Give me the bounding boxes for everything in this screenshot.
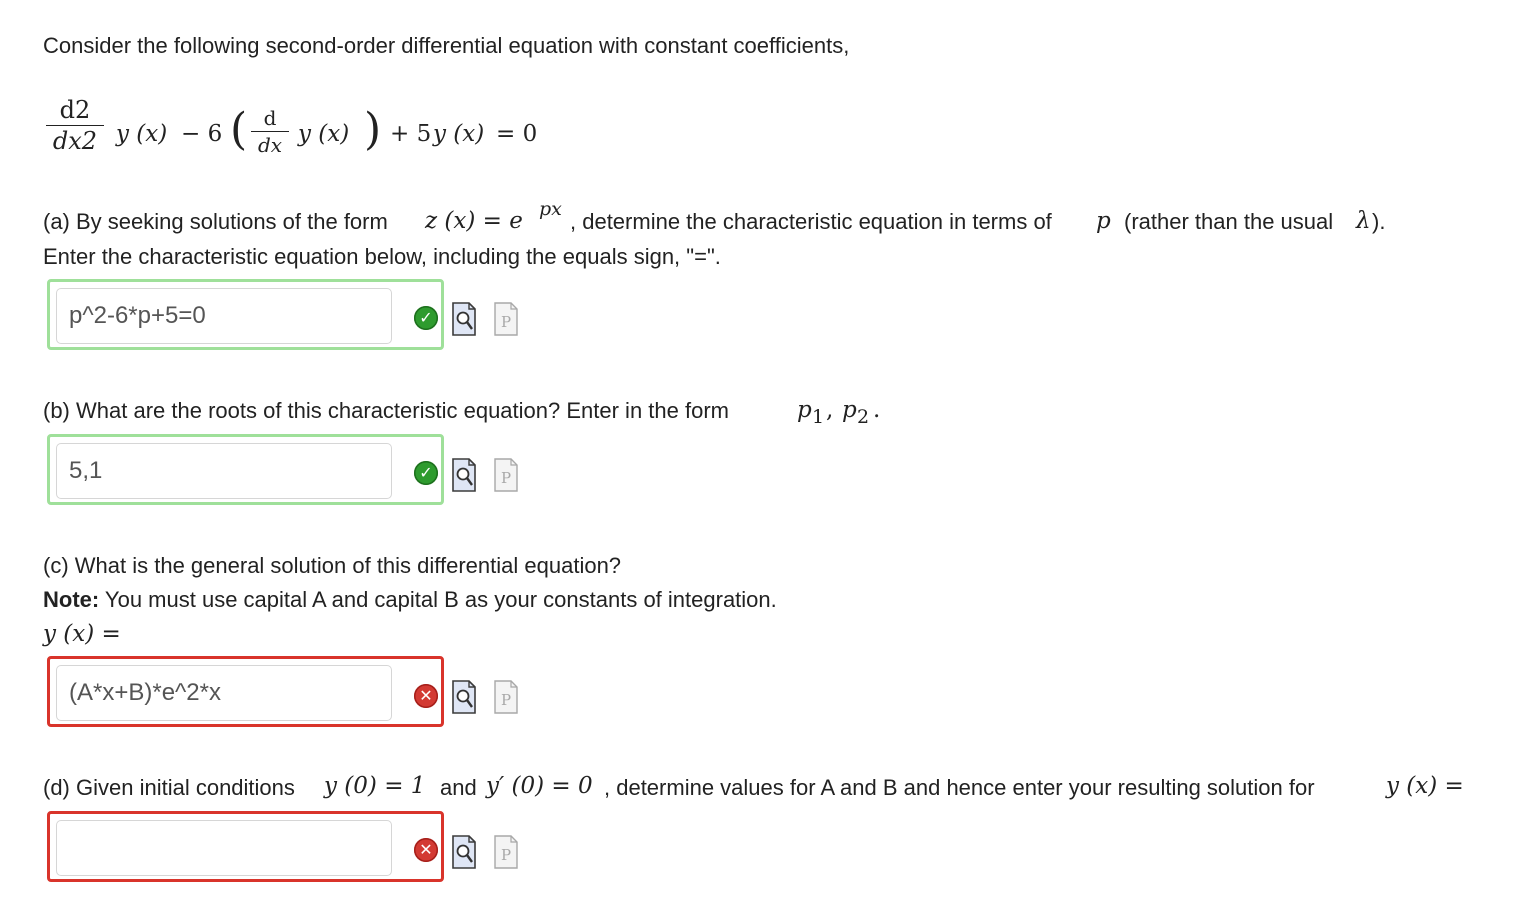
part-b-period: . bbox=[873, 397, 881, 423]
part-c-lhs: y (x) = bbox=[43, 621, 121, 647]
eq-dx2: dx2 bbox=[52, 127, 98, 155]
eq-y-x-1: y (x) bbox=[116, 121, 168, 147]
part-b-p2: p bbox=[842, 397, 857, 423]
preview-magnifier-icon[interactable] bbox=[452, 302, 476, 336]
eq-minus-6: − 6 bbox=[181, 121, 223, 147]
part-a-answer-input[interactable] bbox=[56, 288, 392, 344]
part-a-lambda: λ bbox=[1356, 208, 1371, 234]
part-d-text-1: (d) Given initial conditions bbox=[43, 775, 295, 800]
part-b-text-1: (b) What are the roots of this character… bbox=[43, 398, 729, 423]
check-icon: ✓ bbox=[414, 306, 438, 330]
part-c-note: Note: You must use capital A and capital… bbox=[43, 587, 777, 613]
part-c-note-text: You must use capital A and capital B as … bbox=[99, 587, 777, 612]
previous-answer-icon[interactable]: P bbox=[494, 680, 518, 714]
svg-text:P: P bbox=[501, 846, 511, 864]
part-c-answer-input[interactable] bbox=[56, 665, 392, 721]
part-a-text-3: (rather than the usual bbox=[1124, 209, 1334, 234]
part-a-p: p bbox=[1096, 208, 1111, 234]
part-a-text-4: ). bbox=[1372, 209, 1386, 234]
part-b-sub-1: 1 bbox=[812, 406, 825, 428]
preview-magnifier-icon[interactable] bbox=[452, 680, 476, 714]
eq-open-paren: ( bbox=[230, 104, 248, 155]
previous-answer-icon[interactable]: P bbox=[494, 835, 518, 869]
part-a-answer-box bbox=[47, 279, 444, 350]
svg-text:P: P bbox=[501, 313, 511, 331]
part-b-answer-input[interactable] bbox=[56, 443, 392, 499]
eq-d: d bbox=[263, 106, 277, 130]
svg-text:P: P bbox=[501, 469, 511, 487]
part-d-condition-1: y (0) = 1 bbox=[324, 773, 426, 799]
part-b-comma: , bbox=[826, 397, 834, 423]
eq-y-x-3: y (x) bbox=[433, 121, 485, 147]
eq-close-paren: ) bbox=[364, 104, 382, 155]
part-d-answer-input[interactable] bbox=[56, 820, 392, 876]
part-b-sub-2: 2 bbox=[857, 406, 870, 428]
svg-text:P: P bbox=[501, 691, 511, 709]
part-d-lhs: y (x) = bbox=[1386, 773, 1464, 799]
check-icon: ✓ bbox=[414, 461, 438, 485]
intro-text: Consider the following second-order diff… bbox=[43, 33, 850, 58]
part-b-answer-box bbox=[47, 434, 444, 505]
eq-d2: d2 bbox=[59, 96, 91, 124]
preview-magnifier-icon[interactable] bbox=[452, 458, 476, 492]
part-a-line-2: Enter the characteristic equation below,… bbox=[43, 244, 721, 269]
eq-dx: dx bbox=[257, 133, 283, 157]
x-icon: ✕ bbox=[414, 684, 438, 708]
part-c-line-1: (c) What is the general solution of this… bbox=[43, 553, 622, 578]
part-c-answer-box bbox=[47, 656, 444, 727]
x-icon: ✕ bbox=[414, 838, 438, 862]
part-d-answer-box bbox=[47, 811, 444, 882]
eq-equals-zero: = 0 bbox=[496, 121, 538, 147]
preview-magnifier-icon[interactable] bbox=[452, 835, 476, 869]
part-b-p1: p bbox=[797, 397, 812, 423]
eq-y-x-2: y (x) bbox=[298, 121, 350, 147]
part-c-note-label: Note: bbox=[43, 587, 100, 612]
part-a-form: z (x) = e bbox=[425, 208, 523, 234]
part-d-and: and bbox=[440, 775, 477, 800]
eq-plus-5: + 5 bbox=[390, 121, 432, 147]
previous-answer-icon[interactable]: P bbox=[494, 458, 518, 492]
part-d-condition-2: y′ (0) = 0 bbox=[486, 773, 593, 799]
part-d-text-2: , determine values for A and B and hence… bbox=[604, 775, 1315, 800]
part-a-text-1: (a) By seeking solutions of the form bbox=[43, 209, 388, 234]
part-a-exponent: px bbox=[539, 198, 562, 220]
part-a-text-2: , determine the characteristic equation … bbox=[570, 209, 1052, 234]
previous-answer-icon[interactable]: P bbox=[494, 302, 518, 336]
